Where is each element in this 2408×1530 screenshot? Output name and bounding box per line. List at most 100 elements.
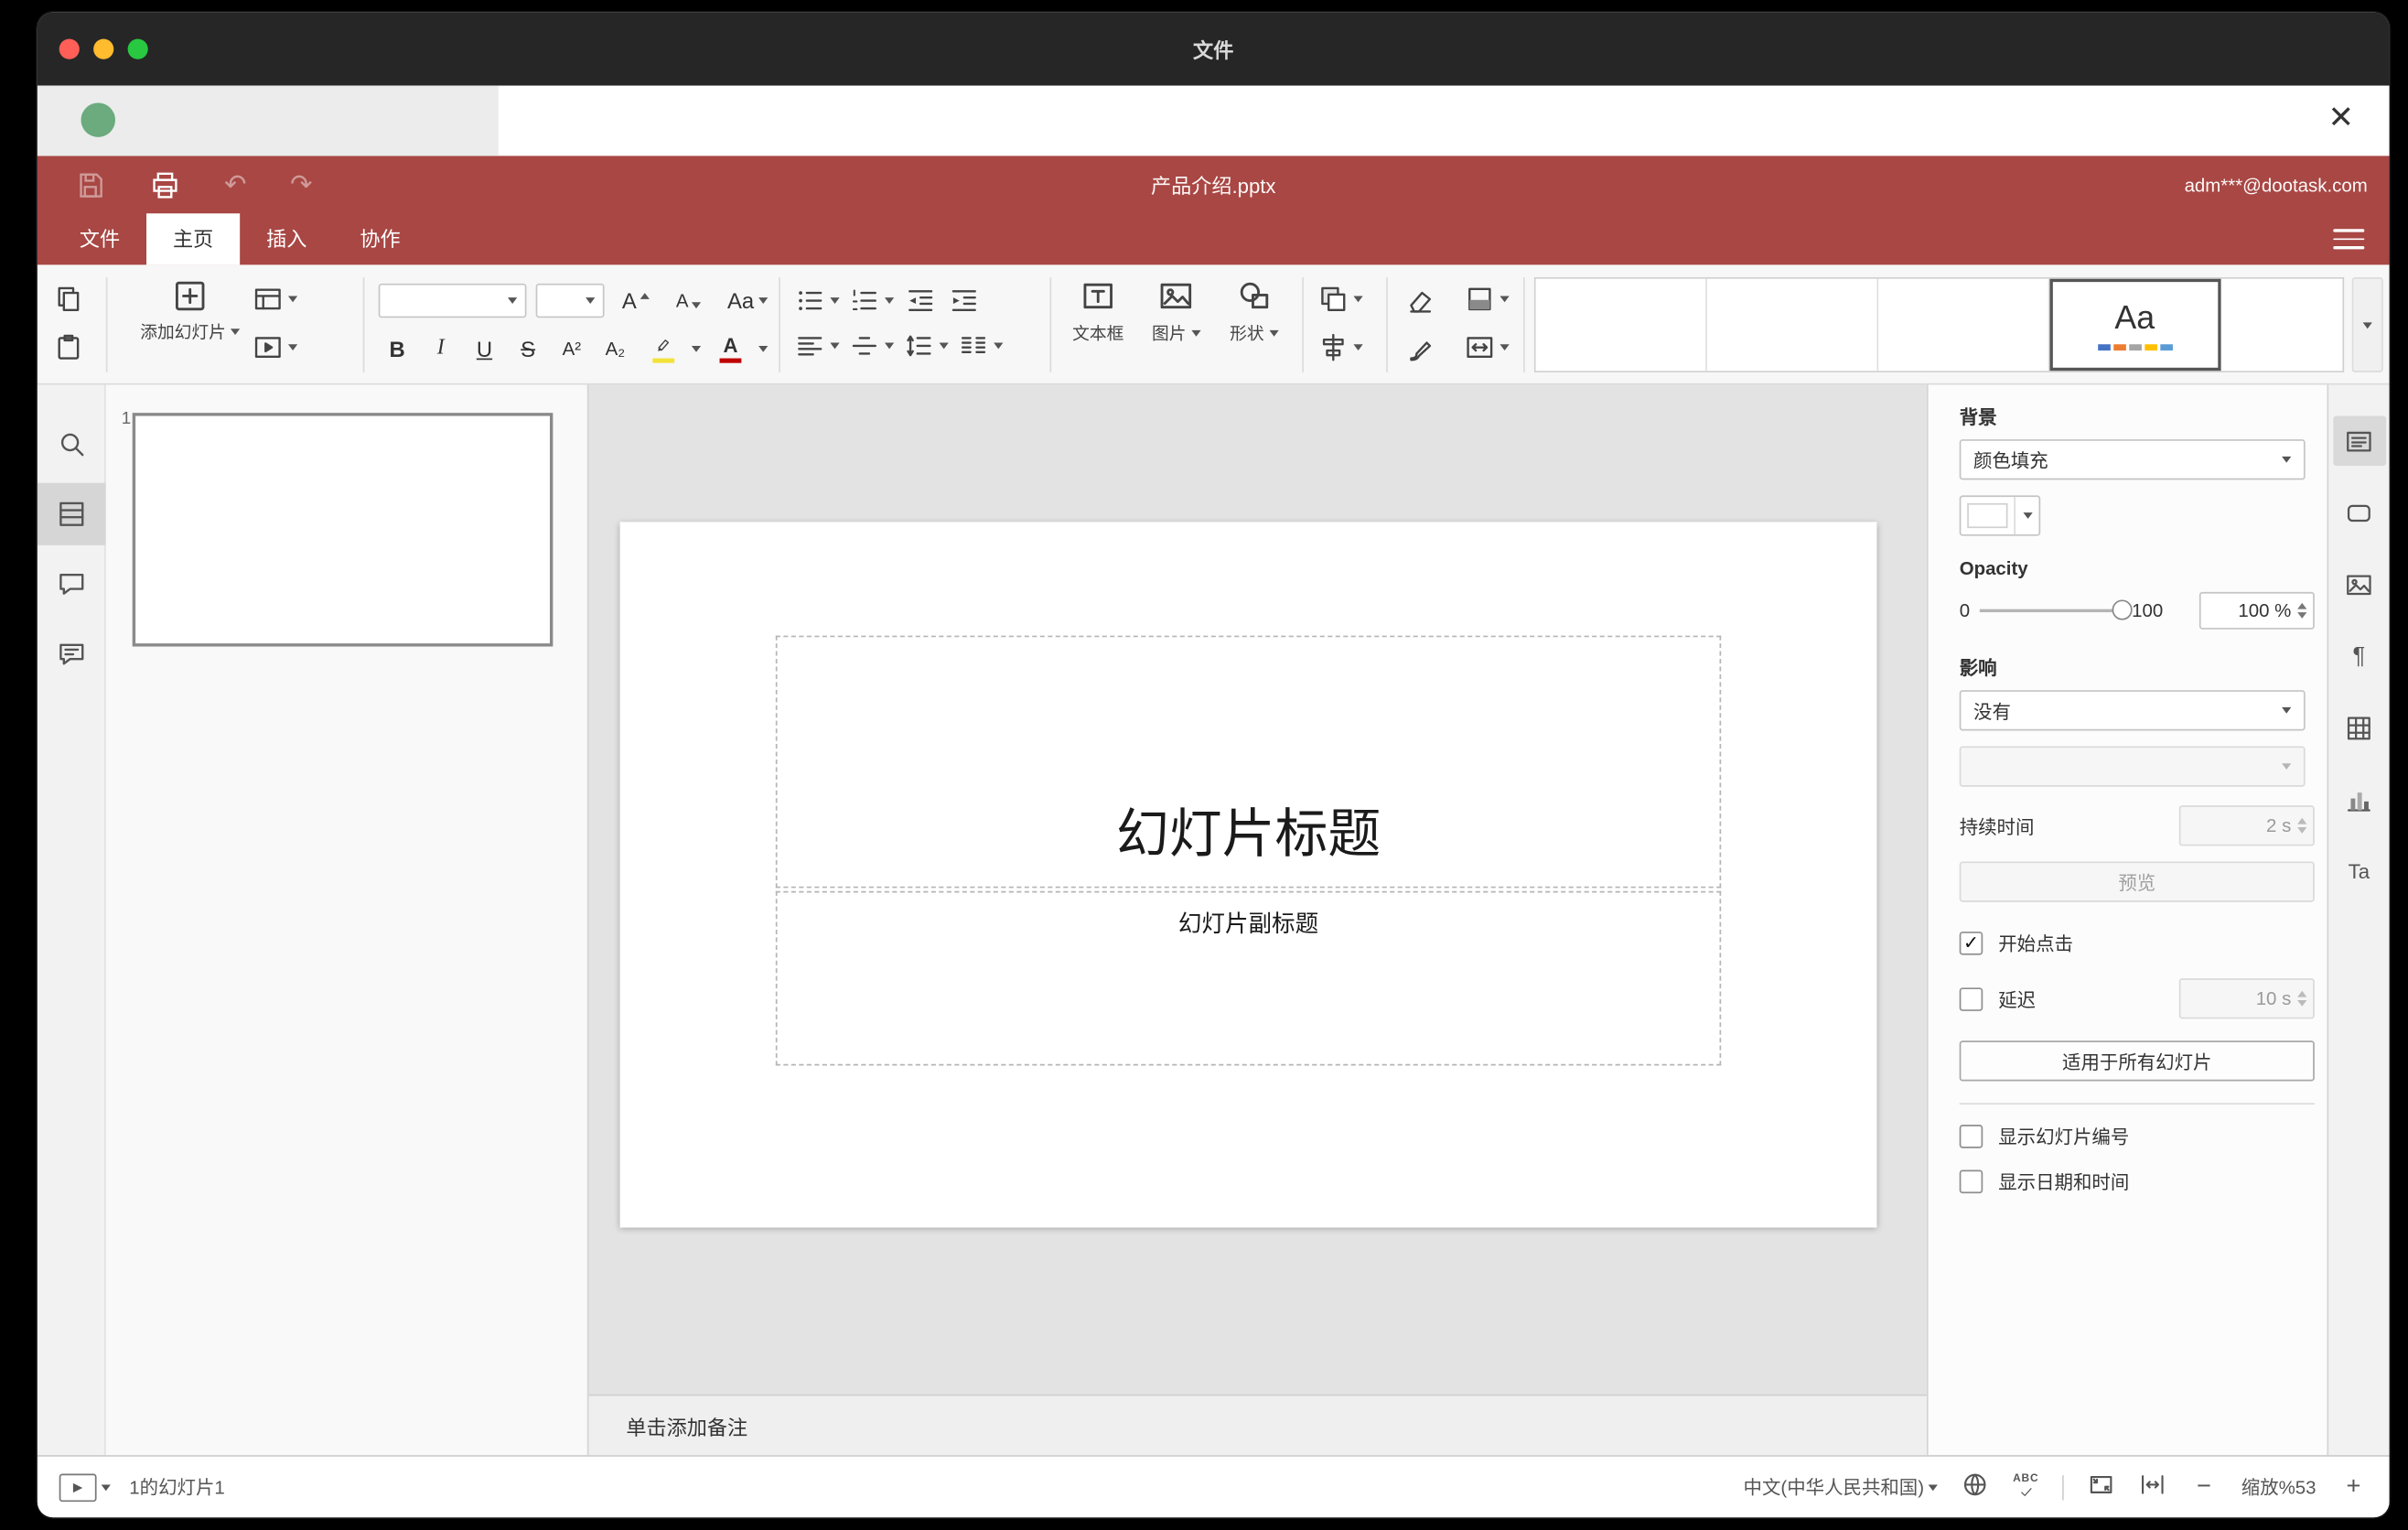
line-spacing-button[interactable] [903, 330, 949, 361]
redo-icon[interactable]: ↷ [290, 169, 312, 200]
tab-home[interactable]: 主页 [146, 213, 241, 265]
text-box-icon [1083, 283, 1113, 309]
text-art-settings-button[interactable]: Ta [2332, 846, 2385, 895]
save-icon[interactable] [75, 169, 106, 200]
chart-settings-button[interactable] [2332, 774, 2385, 824]
insert-shape-button[interactable]: 形状 [1218, 277, 1289, 346]
document-language-button[interactable] [1962, 1471, 1990, 1503]
background-color-picker[interactable] [1959, 495, 2041, 536]
tab-file[interactable]: 文件 [53, 213, 146, 264]
start-slideshow-toolbar-button[interactable] [253, 332, 298, 363]
fit-to-width-button[interactable] [2138, 1471, 2166, 1503]
theme-item[interactable] [1535, 278, 1707, 372]
increase-indent-button[interactable] [947, 282, 981, 319]
zoom-out-button[interactable]: − [2190, 1473, 2219, 1502]
increase-font-button[interactable]: A [614, 282, 658, 319]
font-name-combo[interactable] [378, 283, 527, 318]
print-icon[interactable] [149, 169, 180, 200]
insert-text-box-button[interactable]: 文本框 [1062, 277, 1134, 346]
paragraph-settings-button[interactable]: ¶ [2332, 630, 2385, 680]
arrange-shapes-button[interactable] [1317, 284, 1363, 315]
title-placeholder[interactable]: 幻灯片标题 [775, 635, 1722, 889]
tab-collaboration[interactable]: 协作 [333, 213, 426, 264]
strikeout-button[interactable]: S [510, 330, 547, 368]
horizontal-align-button[interactable] [794, 330, 840, 361]
list-row [794, 282, 981, 319]
effect-type-select[interactable] [1959, 746, 2306, 787]
theme-item-selected[interactable]: Aa [2049, 278, 2221, 372]
chevron-down-icon [1190, 329, 1200, 337]
background-fill-select[interactable]: 颜色填充 [1959, 439, 2306, 480]
comment-icon [59, 574, 84, 595]
spinner-arrows-icon[interactable] [2297, 602, 2307, 619]
subtitle-placeholder[interactable]: 幻灯片副标题 [775, 890, 1722, 1066]
spell-check-button[interactable]: ABC [2013, 1474, 2038, 1501]
change-case-button[interactable]: Aa [720, 282, 776, 319]
effect-select[interactable]: 没有 [1959, 690, 2306, 731]
zoom-in-button[interactable]: + [2339, 1473, 2368, 1502]
chevron-down-icon [2282, 763, 2292, 770]
paste-button[interactable] [53, 332, 84, 368]
subscript-button[interactable]: A₂ [597, 330, 634, 368]
opacity-input[interactable]: 100 % [2198, 591, 2315, 630]
delay-checkbox[interactable] [1959, 986, 1983, 1011]
clear-style-button[interactable] [1405, 286, 1436, 321]
font-color-button[interactable]: A [707, 330, 769, 368]
start-slideshow-button[interactable]: ▶ [59, 1472, 111, 1502]
opacity-slider-knob[interactable] [2112, 599, 2133, 620]
add-slide-button[interactable]: 添加幻灯片 [122, 277, 259, 344]
search-panel-button[interactable] [38, 413, 106, 475]
preview-button[interactable]: 预览 [1959, 861, 2315, 902]
fit-to-slide-button[interactable] [2087, 1471, 2115, 1503]
numbered-list-button[interactable] [849, 286, 895, 317]
decrease-indent-button[interactable] [903, 282, 937, 319]
theme-item[interactable] [2220, 278, 2343, 372]
insert-image-button[interactable]: 图片 [1140, 277, 1211, 346]
apply-to-all-slides-button[interactable]: 适用于所有幻灯片 [1959, 1040, 2315, 1082]
show-slide-number-checkbox[interactable] [1959, 1125, 1983, 1148]
image-settings-button[interactable] [2332, 559, 2385, 609]
show-date-time-checkbox[interactable] [1959, 1169, 1983, 1194]
align-shapes-button[interactable] [1317, 332, 1363, 363]
superscript-button[interactable]: A² [553, 330, 590, 368]
copy-style-button[interactable] [1405, 333, 1436, 369]
chat-panel-button[interactable] [38, 623, 106, 685]
slide-thumbnail[interactable] [132, 413, 554, 647]
close-icon[interactable]: ✕ [2317, 95, 2364, 142]
underline-button[interactable]: U [466, 330, 503, 368]
shape-settings-icon [2347, 503, 2370, 522]
language-selector[interactable]: 中文(中华人民共和国) [1744, 1474, 1939, 1501]
theme-item[interactable] [1706, 278, 1879, 372]
columns-button[interactable] [958, 330, 1004, 361]
slide-fill-color-button[interactable] [1464, 284, 1510, 315]
slide-canvas[interactable]: 幻灯片标题 幻灯片副标题 单击添加备注 [588, 384, 1927, 1456]
slide[interactable]: 幻灯片标题 幻灯片副标题 [619, 522, 1877, 1228]
hamburger-menu-icon[interactable] [2333, 213, 2365, 264]
notes-area[interactable]: 单击添加备注 [588, 1394, 1927, 1456]
comments-panel-button[interactable] [38, 553, 106, 615]
bullet-list-button[interactable] [794, 286, 840, 317]
opacity-slider[interactable] [1979, 599, 2133, 620]
highlight-color-button[interactable] [640, 330, 702, 368]
theme-gallery-more-button[interactable] [2351, 277, 2383, 372]
chevron-down-icon [1268, 329, 1278, 337]
vertical-align-button[interactable] [849, 330, 895, 361]
slide-settings-button[interactable] [2332, 415, 2386, 467]
opacity-min: 0 [1959, 599, 1971, 622]
table-settings-button[interactable] [2332, 703, 2385, 752]
decrease-font-button[interactable]: A [667, 282, 711, 319]
italic-button[interactable]: I [422, 330, 459, 368]
shape-settings-button[interactable] [2332, 488, 2385, 537]
tab-insert[interactable]: 插入 [240, 213, 333, 264]
slide-layout-button[interactable] [253, 284, 298, 315]
undo-icon[interactable]: ↶ [224, 169, 246, 200]
font-size-combo[interactable] [535, 283, 605, 318]
delay-input[interactable]: 10 s [2178, 978, 2315, 1019]
duration-input[interactable]: 2 s [2178, 805, 2315, 846]
copy-button[interactable] [53, 284, 84, 319]
slides-panel-button[interactable] [37, 482, 106, 545]
bold-button[interactable]: B [379, 330, 416, 368]
start-on-click-checkbox[interactable]: ✓ [1959, 932, 1983, 955]
theme-item[interactable] [1878, 278, 2050, 372]
slide-size-button[interactable] [1464, 332, 1510, 363]
